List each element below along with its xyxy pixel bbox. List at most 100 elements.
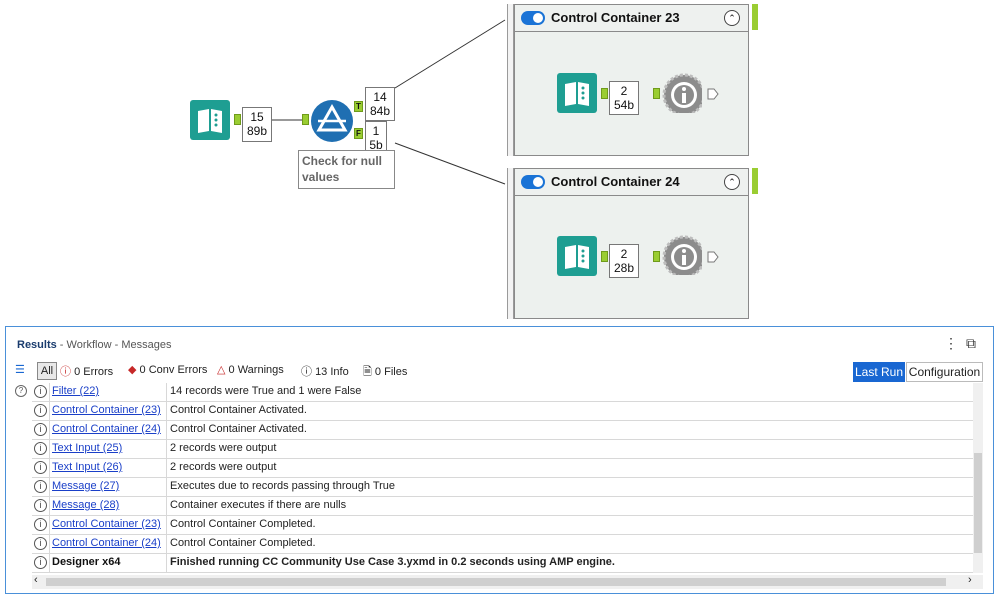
text-input-tool[interactable] bbox=[557, 73, 597, 113]
list-view-icon[interactable]: ☰ bbox=[15, 363, 25, 376]
scroll-thumb[interactable] bbox=[46, 578, 946, 586]
filter-all-button[interactable]: All bbox=[37, 362, 57, 380]
table-row[interactable]: i Designer x64 Finished running CC Communi… bbox=[32, 554, 973, 573]
vertical-scrollbar[interactable] bbox=[973, 383, 983, 573]
message-text: Control Container Completed. bbox=[170, 518, 316, 530]
filter-errors[interactable]: ⓘ 0 Errors bbox=[60, 363, 113, 379]
filter-files[interactable]: 🗎 0 Files bbox=[363, 363, 407, 382]
text-input-tool[interactable] bbox=[557, 236, 597, 276]
record-size: 54b bbox=[613, 98, 635, 112]
record-size: 28b bbox=[613, 261, 635, 275]
info-icon: i bbox=[34, 537, 47, 550]
tool-link[interactable]: Control Container (24) bbox=[52, 423, 161, 435]
info-icon[interactable] bbox=[662, 235, 702, 275]
results-panel: Results - Workflow - Messages ⋮ ⧉ ☰ All … bbox=[5, 326, 994, 594]
configuration-button[interactable]: Configuration bbox=[906, 362, 983, 382]
message-text: Control Container Completed. bbox=[170, 537, 316, 549]
table-row[interactable]: i Control Container (23) Control Container… bbox=[32, 516, 973, 535]
collapse-icon[interactable]: ⌃ bbox=[724, 174, 740, 190]
table-row[interactable]: i Text Input (25) 2 records were output bbox=[32, 440, 973, 459]
info-icon: i bbox=[34, 461, 47, 474]
info-icon: i bbox=[34, 556, 47, 569]
messages-table: i Filter (22) 14 records were True and 1 w… bbox=[32, 383, 973, 573]
info-icon: i bbox=[34, 480, 47, 493]
tool-link[interactable]: Filter (22) bbox=[52, 385, 99, 397]
scroll-left-icon[interactable]: ‹ bbox=[34, 574, 38, 586]
tool-link[interactable]: Control Container (24) bbox=[52, 537, 161, 549]
false-anchor[interactable]: F bbox=[354, 128, 363, 139]
info-icon: i bbox=[34, 385, 47, 398]
tool-link[interactable]: Control Container (23) bbox=[52, 404, 161, 416]
table-row[interactable]: i Control Container (24) Control Container… bbox=[32, 421, 973, 440]
conv-error-icon: ◆ bbox=[128, 364, 137, 376]
input-anchor[interactable] bbox=[653, 251, 660, 262]
tool-link[interactable]: Message (27) bbox=[52, 480, 119, 492]
undock-icon[interactable]: ⧉ bbox=[966, 335, 976, 352]
container-title: Control Container 24 bbox=[551, 174, 680, 189]
tool-annotation[interactable]: Check for null values bbox=[298, 150, 395, 189]
true-count-box: 14 84b bbox=[365, 87, 395, 121]
filter-warnings[interactable]: △ 0 Warnings bbox=[217, 363, 284, 376]
container-output-rail bbox=[752, 4, 758, 30]
message-text: Control Container Activated. bbox=[170, 423, 307, 435]
help-icon[interactable]: ? bbox=[15, 385, 27, 397]
table-row[interactable]: i Message (28) Container executes if there… bbox=[32, 497, 973, 516]
horizontal-scrollbar[interactable]: ‹ › bbox=[32, 574, 983, 589]
output-anchor[interactable] bbox=[601, 251, 608, 262]
filter-info[interactable]: ⓘ 13 Info bbox=[301, 363, 349, 379]
record-count: 2 bbox=[620, 84, 628, 98]
input-anchor[interactable] bbox=[653, 88, 660, 99]
info-icon: i bbox=[34, 442, 47, 455]
true-record-size: 84b bbox=[369, 104, 391, 118]
control-container-24[interactable]: Control Container 24 ⌃ 2 28b bbox=[514, 168, 749, 319]
table-row[interactable]: i Control Container (24) Control Container… bbox=[32, 535, 973, 554]
output-anchor[interactable] bbox=[234, 114, 241, 125]
container-toggle[interactable] bbox=[521, 11, 545, 25]
container-toggle[interactable] bbox=[521, 175, 545, 189]
tool-link[interactable]: Control Container (23) bbox=[52, 518, 161, 530]
container-title: Control Container 23 bbox=[551, 10, 680, 25]
false-record-count: 1 bbox=[372, 124, 380, 138]
error-icon: ⓘ bbox=[60, 366, 71, 378]
info-icon[interactable] bbox=[662, 73, 702, 113]
scroll-right-icon[interactable]: › bbox=[968, 574, 972, 586]
last-run-button[interactable]: Last Run bbox=[853, 362, 905, 382]
results-title: Results bbox=[17, 339, 57, 351]
book-icon bbox=[565, 245, 589, 269]
record-count: 2 bbox=[620, 247, 628, 261]
output-anchor[interactable] bbox=[601, 88, 608, 99]
collapse-icon[interactable]: ⌃ bbox=[724, 10, 740, 26]
tool-link[interactable]: Text Input (25) bbox=[52, 442, 122, 454]
more-options-icon[interactable]: ⋮ bbox=[944, 335, 958, 352]
message-text: Container executes if there are nulls bbox=[170, 499, 347, 511]
record-count-box: 15 89b bbox=[242, 107, 272, 142]
filter-conv-errors[interactable]: ◆ 0 Conv Errors bbox=[128, 363, 207, 376]
tool-name: Designer x64 bbox=[52, 556, 121, 568]
filter-tool[interactable] bbox=[310, 99, 354, 143]
true-record-count: 14 bbox=[373, 90, 387, 104]
tool-link[interactable]: Message (28) bbox=[52, 499, 119, 511]
table-row[interactable]: i Filter (22) 14 records were True and 1 w… bbox=[32, 383, 973, 402]
panel-title: Results - Workflow - Messages bbox=[17, 339, 171, 351]
table-row[interactable]: i Text Input (26) 2 records were output bbox=[32, 459, 973, 478]
true-anchor[interactable]: T bbox=[354, 101, 363, 112]
info-icon: i bbox=[34, 423, 47, 436]
record-count-box: 2 28b bbox=[609, 244, 639, 278]
table-row[interactable]: i Control Container (23) Control Container… bbox=[32, 402, 973, 421]
tool-link[interactable]: Text Input (26) bbox=[52, 461, 122, 473]
book-icon bbox=[198, 109, 222, 133]
book-icon bbox=[565, 82, 589, 106]
input-anchor[interactable] bbox=[302, 114, 309, 125]
control-container-23[interactable]: Control Container 23 ⌃ 2 54b bbox=[514, 4, 749, 156]
true-anchor-label: T bbox=[356, 102, 361, 111]
conv-errors-label: 0 Conv Errors bbox=[139, 364, 208, 376]
message-text: Finished running CC Community Use Case 3… bbox=[170, 556, 615, 568]
text-input-tool[interactable] bbox=[190, 100, 230, 140]
scroll-thumb[interactable] bbox=[974, 453, 982, 553]
message-text: 14 records were True and 1 were False bbox=[170, 385, 362, 397]
container-header: Control Container 24 ⌃ bbox=[515, 169, 748, 196]
container-header: Control Container 23 ⌃ bbox=[515, 5, 748, 32]
info-icon: i bbox=[34, 499, 47, 512]
false-anchor-label: F bbox=[356, 129, 361, 138]
table-row[interactable]: i Message (27) Executes due to records pas… bbox=[32, 478, 973, 497]
